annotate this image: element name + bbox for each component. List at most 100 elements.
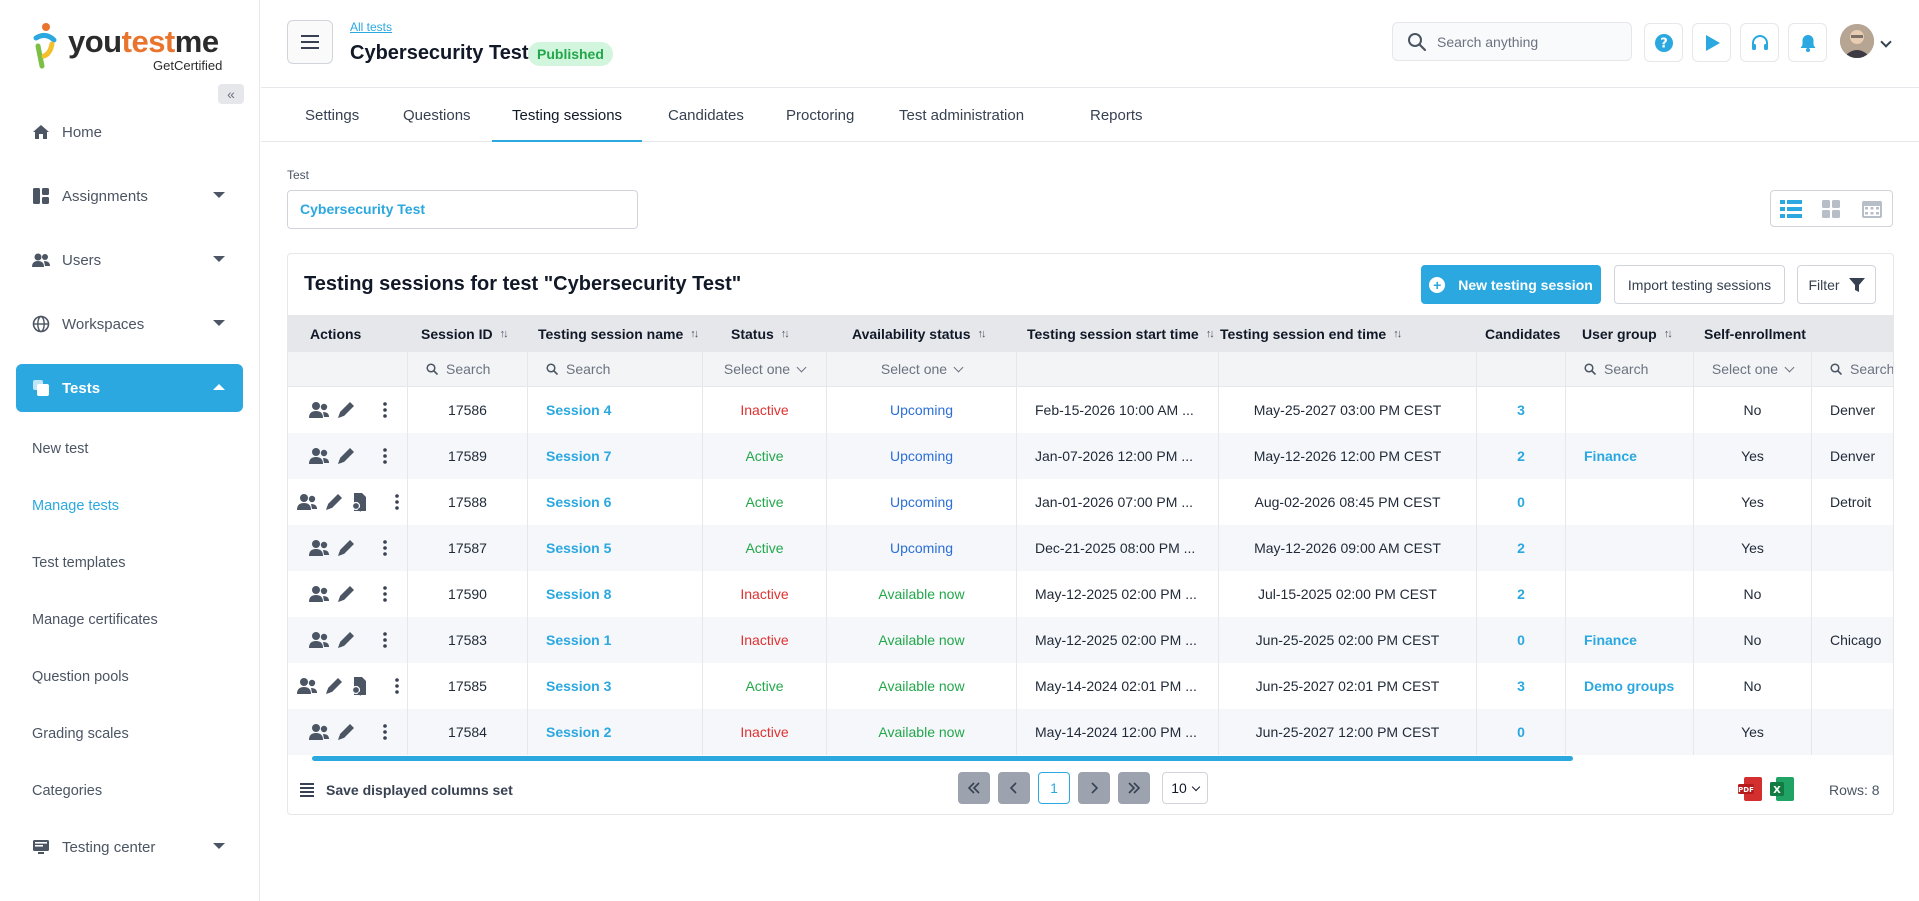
candidates-icon[interactable] bbox=[296, 677, 318, 695]
edit-icon[interactable] bbox=[336, 538, 356, 558]
session-name-link[interactable]: Session 2 bbox=[546, 724, 611, 740]
candidates-icon[interactable] bbox=[296, 493, 318, 511]
last-page-button[interactable] bbox=[1118, 772, 1150, 804]
tab-reports[interactable]: Reports bbox=[1070, 89, 1163, 142]
next-page-button[interactable] bbox=[1078, 772, 1110, 804]
tab-settings[interactable]: Settings bbox=[285, 89, 379, 142]
edit-icon[interactable] bbox=[324, 676, 344, 696]
more-options-icon[interactable] bbox=[382, 723, 388, 741]
edit-icon[interactable] bbox=[336, 400, 356, 420]
sidebar-item-assignments[interactable]: Assignments bbox=[16, 172, 243, 220]
subnav-item-manage-certificates[interactable]: Manage certificates bbox=[16, 591, 243, 648]
candidates-icon[interactable] bbox=[308, 723, 330, 741]
filter-location[interactable]: Search bbox=[1811, 352, 1893, 386]
breadcrumb-all-tests[interactable]: All tests bbox=[350, 20, 392, 34]
filter-session-name[interactable]: Search bbox=[527, 352, 702, 386]
column-header-session-name[interactable]: Testing session name ↑↓ bbox=[538, 315, 713, 352]
candidates-count-link[interactable]: 3 bbox=[1517, 402, 1525, 418]
tab-candidates[interactable]: Candidates bbox=[648, 89, 764, 142]
candidates-count-link[interactable]: 0 bbox=[1517, 632, 1525, 648]
filter-availability-status[interactable]: Select one bbox=[826, 352, 1016, 386]
sidebar-item-testing-center[interactable]: Testing center bbox=[16, 823, 243, 871]
report-icon[interactable] bbox=[350, 676, 368, 696]
column-header-session-id[interactable]: Session ID ↑↓ bbox=[421, 315, 541, 352]
logo[interactable]: youtestme GetCertified bbox=[32, 20, 232, 74]
session-name-link[interactable]: Session 4 bbox=[546, 402, 611, 418]
first-page-button[interactable] bbox=[958, 772, 990, 804]
edit-icon[interactable] bbox=[336, 446, 356, 466]
save-columns-button[interactable]: Save displayed columns set bbox=[300, 782, 513, 798]
import-testing-sessions-button[interactable]: Import testing sessions bbox=[1614, 265, 1785, 304]
candidates-icon[interactable] bbox=[308, 631, 330, 649]
new-testing-session-button[interactable]: + New testing session bbox=[1421, 265, 1601, 304]
collapse-sidebar-button[interactable]: « bbox=[218, 84, 244, 104]
subnav-item-test-templates[interactable]: Test templates bbox=[16, 534, 243, 591]
session-name-link[interactable]: Session 6 bbox=[546, 494, 611, 510]
tab-testing-sessions[interactable]: Testing sessions bbox=[492, 89, 643, 142]
more-options-icon[interactable] bbox=[394, 677, 400, 695]
candidates-count-link[interactable]: 2 bbox=[1517, 586, 1525, 602]
report-icon[interactable] bbox=[350, 492, 368, 512]
more-options-icon[interactable] bbox=[382, 585, 388, 603]
filter-end-time[interactable] bbox=[1218, 352, 1476, 386]
session-name-link[interactable]: Session 8 bbox=[546, 586, 611, 602]
tab-questions[interactable]: Questions bbox=[383, 89, 491, 142]
filter-start-time[interactable] bbox=[1016, 352, 1218, 386]
play-button[interactable] bbox=[1692, 23, 1731, 62]
filter-button[interactable]: Filter bbox=[1797, 265, 1876, 304]
edit-icon[interactable] bbox=[336, 722, 356, 742]
session-name-link[interactable]: Session 1 bbox=[546, 632, 611, 648]
global-search-input[interactable]: Search anything bbox=[1392, 22, 1632, 61]
candidates-count-link[interactable]: 0 bbox=[1517, 724, 1525, 740]
session-name-link[interactable]: Session 3 bbox=[546, 678, 611, 694]
sidebar-item-workspaces[interactable]: Workspaces bbox=[16, 300, 243, 348]
more-options-icon[interactable] bbox=[382, 631, 388, 649]
page-size-select[interactable]: 10 bbox=[1162, 772, 1208, 804]
user-group-link[interactable]: Finance bbox=[1584, 632, 1637, 648]
candidates-icon[interactable] bbox=[308, 585, 330, 603]
list-view-button[interactable] bbox=[1771, 191, 1811, 226]
more-options-icon[interactable] bbox=[382, 447, 388, 465]
tab-proctoring[interactable]: Proctoring bbox=[766, 89, 874, 142]
more-options-icon[interactable] bbox=[382, 539, 388, 557]
subnav-item-manage-tests[interactable]: Manage tests bbox=[16, 477, 243, 534]
candidates-count-link[interactable]: 2 bbox=[1517, 540, 1525, 556]
subnav-item-categories[interactable]: Categories bbox=[16, 762, 243, 819]
subnav-item-grading-scales[interactable]: Grading scales bbox=[16, 705, 243, 762]
column-header-start-time[interactable]: Testing session start time ↑↓ bbox=[1027, 315, 1227, 352]
edit-icon[interactable] bbox=[336, 630, 356, 650]
subnav-item-question-pools[interactable]: Question pools bbox=[16, 648, 243, 705]
sidebar-item-home[interactable]: Home bbox=[16, 108, 243, 156]
chevron-down-icon[interactable] bbox=[1880, 36, 1892, 48]
notifications-button[interactable] bbox=[1788, 23, 1827, 62]
menu-button[interactable] bbox=[287, 20, 333, 64]
sidebar-item-tests[interactable]: Tests bbox=[16, 364, 243, 412]
prev-page-button[interactable] bbox=[998, 772, 1030, 804]
candidates-count-link[interactable]: 3 bbox=[1517, 678, 1525, 694]
candidates-icon[interactable] bbox=[308, 401, 330, 419]
candidates-icon[interactable] bbox=[308, 447, 330, 465]
candidates-count-link[interactable]: 0 bbox=[1517, 494, 1525, 510]
more-options-icon[interactable] bbox=[394, 493, 400, 511]
filter-user-group[interactable]: Search bbox=[1565, 352, 1693, 386]
column-header-end-time[interactable]: Testing session end time ↑↓ bbox=[1220, 315, 1450, 352]
excel-export-icon[interactable]: X bbox=[1770, 776, 1796, 802]
more-options-icon[interactable] bbox=[382, 401, 388, 419]
candidates-icon[interactable] bbox=[308, 539, 330, 557]
edit-icon[interactable] bbox=[336, 584, 356, 604]
page-button-current[interactable]: 1 bbox=[1038, 772, 1070, 804]
test-select-field[interactable]: Cybersecurity Test bbox=[287, 190, 638, 229]
candidates-count-link[interactable]: 2 bbox=[1517, 448, 1525, 464]
column-header-status[interactable]: Status ↑↓ bbox=[731, 315, 841, 352]
session-name-link[interactable]: Session 7 bbox=[546, 448, 611, 464]
user-group-link[interactable]: Demo groups bbox=[1584, 678, 1674, 694]
session-name-link[interactable]: Session 5 bbox=[546, 540, 611, 556]
horizontal-scrollbar[interactable] bbox=[312, 756, 1573, 761]
subnav-item-new-test[interactable]: New test bbox=[16, 420, 243, 477]
grid-view-button[interactable] bbox=[1811, 191, 1851, 226]
pdf-export-icon[interactable]: PDF bbox=[1738, 776, 1764, 802]
column-header-availability-status[interactable]: Availability status ↑↓ bbox=[852, 315, 1037, 352]
user-group-link[interactable]: Finance bbox=[1584, 448, 1637, 464]
sidebar-item-users[interactable]: Users bbox=[16, 236, 243, 284]
support-button[interactable] bbox=[1740, 23, 1779, 62]
